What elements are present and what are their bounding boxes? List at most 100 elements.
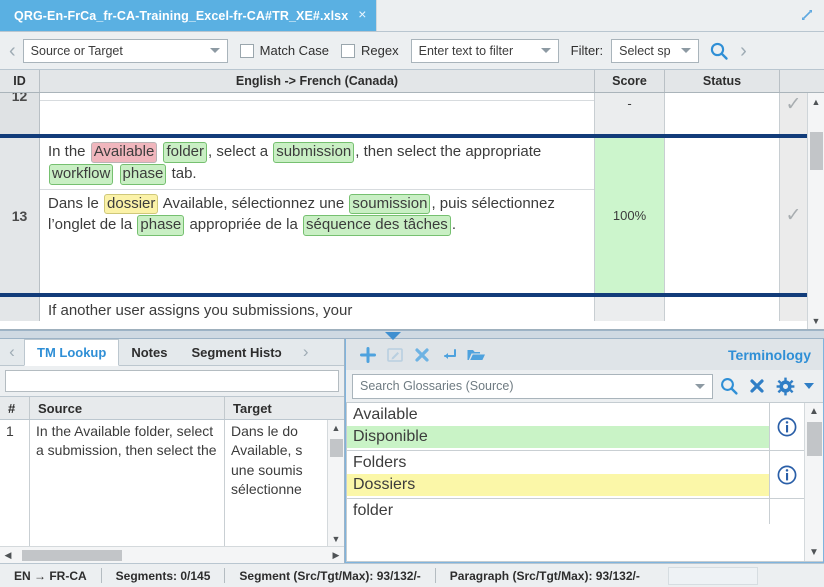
terminology-entry-target: Dossiers [347, 474, 769, 496]
match-case-label: Match Case [260, 43, 329, 58]
terminology-entry-pair: Folders Dossiers [347, 451, 769, 498]
horizontal-splitter[interactable] [0, 330, 824, 339]
scroll-down-icon[interactable]: ▼ [328, 531, 345, 546]
column-header-status[interactable]: Status [665, 70, 780, 92]
chevron-down-icon [210, 48, 220, 53]
column-header-id[interactable]: ID [0, 70, 40, 92]
grid-scroll-track[interactable] [808, 110, 824, 312]
toolbar-prev-button[interactable]: ‹ [4, 41, 21, 61]
tab-tm-lookup[interactable]: TM Lookup [24, 339, 119, 366]
column-header-confirm [780, 70, 807, 92]
tab-segment-history[interactable]: Segment Histɔ [179, 339, 293, 365]
tm-column-number[interactable]: # [0, 397, 30, 419]
scroll-up-icon[interactable]: ▲ [805, 403, 824, 420]
search-icon[interactable] [717, 376, 741, 396]
column-header-score[interactable]: Score [595, 70, 665, 92]
tm-search-input[interactable] [5, 370, 339, 392]
tm-horizontal-scrollbar[interactable]: ◀ ▶ [0, 546, 344, 563]
row-status [665, 138, 780, 293]
info-icon[interactable] [769, 499, 804, 524]
regex-checkbox[interactable]: Regex [341, 43, 411, 58]
toolbar-next-button[interactable]: › [735, 41, 752, 61]
row-confirm-icon[interactable]: ✓ [780, 93, 807, 134]
row-segment[interactable] [40, 93, 595, 134]
grid-scroll-thumb[interactable] [810, 132, 823, 170]
tm-result-row[interactable]: 1 In the Available folder, select a subm… [0, 420, 327, 546]
tm-scroll-thumb[interactable] [330, 439, 343, 457]
document-tab[interactable]: QRG-En-FrCa_fr-CA-Training_Excel-fr-CA#T… [0, 0, 376, 31]
table-row[interactable]: If another user assigns you submissions,… [0, 297, 807, 321]
regex-box[interactable] [341, 44, 355, 58]
row-score: 100% [595, 138, 665, 293]
tabs-next-button[interactable]: › [294, 339, 318, 365]
tab-notes[interactable]: Notes [119, 339, 179, 365]
terminology-entry[interactable]: Folders Dossiers [347, 451, 804, 499]
terminology-entry[interactable]: folder [347, 499, 804, 524]
terminology-scroll-thumb[interactable] [807, 422, 822, 456]
scroll-right-icon[interactable]: ▶ [328, 550, 344, 561]
chevron-down-icon [681, 48, 691, 53]
status-language-pair: EN → FR-CA [0, 569, 101, 583]
chevron-down-icon[interactable] [801, 383, 817, 389]
tm-scroll-track[interactable] [328, 435, 345, 531]
glossary-search-input[interactable]: Search Glossaries (Source) [352, 374, 713, 399]
scroll-up-icon[interactable]: ▲ [808, 93, 824, 110]
clear-icon[interactable] [745, 377, 769, 395]
row-target-text[interactable]: Dans le dossier Available, sélectionnez … [40, 190, 594, 241]
tab-bar-filler [376, 0, 824, 31]
match-case-checkbox[interactable]: Match Case [240, 43, 341, 58]
delete-term-button[interactable] [408, 343, 435, 367]
scroll-left-icon[interactable]: ◀ [0, 550, 16, 561]
segment-grid-header: ID English -> French (Canada) Score Stat… [0, 70, 824, 93]
row-target-text[interactable] [40, 101, 594, 108]
tm-hscroll-track[interactable] [16, 547, 328, 564]
column-header-scroll-spacer [807, 70, 824, 92]
terminology-entry-source: Folders [347, 452, 769, 474]
insert-term-button[interactable] [435, 343, 462, 367]
column-header-language-pair[interactable]: English -> French (Canada) [40, 70, 595, 92]
search-scope-dropdown[interactable]: Source or Target [23, 39, 228, 63]
term-token: phase [120, 164, 167, 185]
scroll-down-icon[interactable]: ▼ [805, 544, 824, 561]
tm-column-target[interactable]: Target [225, 397, 344, 419]
tabs-prev-button[interactable]: ‹ [0, 339, 24, 365]
row-id: 12 [0, 93, 40, 134]
text-filter-input[interactable]: Enter text to filter [411, 39, 559, 63]
row-segment[interactable]: If another user assigns you submissions,… [40, 297, 595, 321]
tm-hscroll-thumb[interactable] [22, 550, 122, 561]
terminology-panel-title: Terminology [728, 347, 815, 363]
table-row[interactable]: 12 - ✓ [0, 93, 807, 134]
grid-vertical-scrollbar[interactable]: ▲ ▼ [807, 93, 824, 329]
tm-vertical-scrollbar[interactable]: ▲ ▼ [327, 420, 344, 546]
terminology-vertical-scrollbar[interactable]: ▲ ▼ [804, 403, 823, 561]
special-filter-value: Select sp [619, 44, 675, 58]
table-row-active[interactable]: 13 In the Available folder, select a sub… [0, 134, 807, 297]
open-glossary-button[interactable] [462, 343, 489, 367]
row-confirm-icon[interactable] [780, 297, 807, 321]
row-confirm-icon[interactable]: ✓ [780, 138, 807, 293]
filter-label: Filter: [571, 43, 604, 58]
info-icon[interactable] [769, 451, 804, 498]
row-status [665, 93, 780, 134]
close-icon[interactable]: × [358, 7, 366, 25]
restore-icon[interactable] [800, 8, 814, 22]
terminology-entry[interactable]: Available Disponible [347, 403, 804, 451]
tm-column-source[interactable]: Source [30, 397, 225, 419]
special-filter-dropdown[interactable]: Select sp [611, 39, 699, 63]
collapse-panel-icon[interactable] [385, 332, 401, 340]
search-icon[interactable] [709, 41, 729, 61]
info-icon[interactable] [769, 403, 804, 450]
tm-search-row [0, 366, 344, 396]
match-case-box[interactable] [240, 44, 254, 58]
add-term-button[interactable] [354, 343, 381, 367]
scroll-down-icon[interactable]: ▼ [808, 312, 824, 329]
scroll-up-icon[interactable]: ▲ [328, 420, 345, 435]
row-score [595, 297, 665, 321]
search-scope-value: Source or Target [31, 44, 204, 58]
terminology-scroll-track[interactable] [805, 420, 824, 544]
segment-rows: 12 - ✓ 13 In the Available folder, selec… [0, 93, 807, 329]
edit-term-button[interactable] [381, 343, 408, 367]
term-token: folder [163, 142, 207, 163]
gear-icon[interactable] [773, 377, 797, 396]
row-segment[interactable]: In the Available folder, select a submis… [40, 138, 595, 293]
